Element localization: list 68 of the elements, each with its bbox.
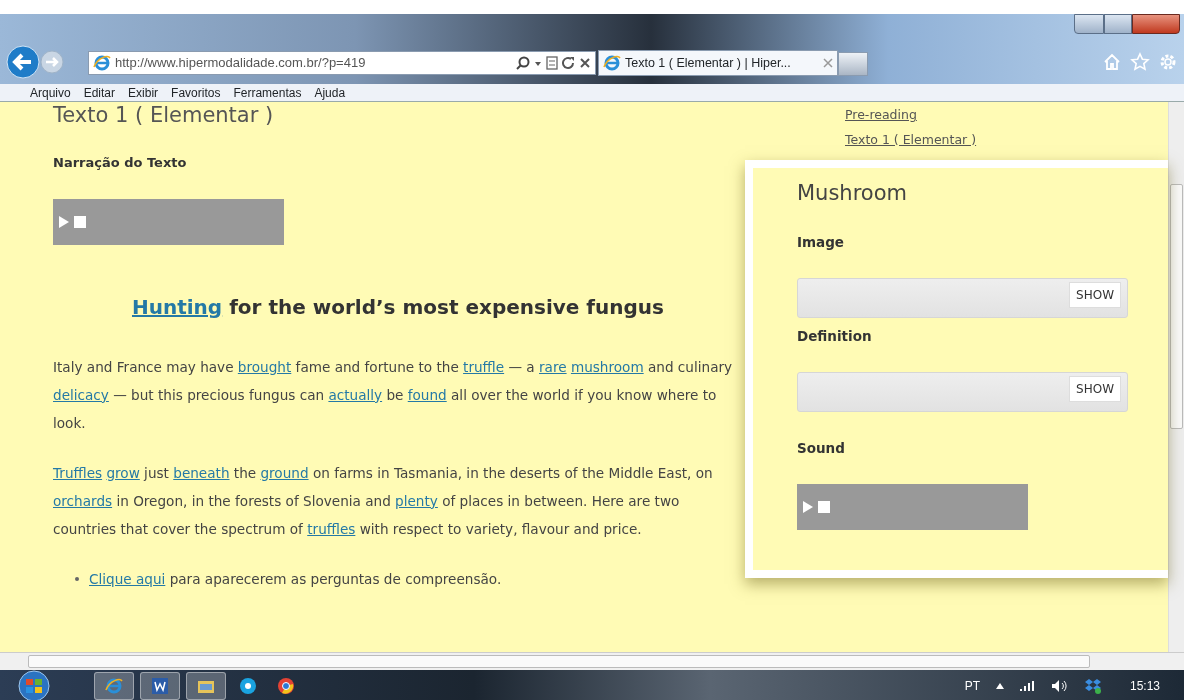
section-label: Sound — [797, 439, 846, 458]
caret-icon[interactable] — [995, 683, 1004, 689]
menu-item[interactable]: Arquivo — [30, 83, 71, 102]
word-link[interactable]: Clique aqui — [89, 570, 166, 587]
word-link[interactable]: rare — [539, 358, 567, 375]
close-icon[interactable] — [579, 56, 591, 70]
word-link[interactable]: Hunting — [132, 294, 223, 319]
word-link[interactable]: mushroom — [570, 358, 644, 375]
page-title: Texto 1 ( Elementar ) — [53, 102, 275, 128]
word-link[interactable]: found — [407, 386, 447, 403]
address-field[interactable]: http://www.hipermodalidade.com.br/?p=419 — [88, 51, 596, 75]
browser-icon — [105, 677, 123, 695]
body-paragraph: Italy and France may have brought fame and fortune to the truffle — a rare mushroom and culinary delicacy — but this precious fungus can actually be found all over the world if you know where to look. — [53, 357, 734, 433]
word-link[interactable]: truffles — [307, 520, 356, 537]
menu-item[interactable]: Editar — [83, 83, 116, 102]
refresh-icon[interactable] — [562, 56, 575, 70]
sidebar-link[interactable]: Texto 1 ( Elementar ) — [845, 127, 977, 152]
menu-item[interactable]: Ajuda — [314, 83, 346, 102]
browser-icon — [93, 54, 111, 72]
address-text: http://www.hipermodalidade.com.br/?p=419 — [115, 54, 366, 73]
vertical-scrollbar[interactable] — [1168, 102, 1184, 652]
list-item-text: Clique aqui para aparecerem as perguntas de compreensão. — [89, 569, 502, 589]
word-link[interactable]: brought — [237, 358, 292, 375]
article-headline: Hunting for the world’s most expensive fungus — [131, 294, 665, 319]
compat-icon[interactable] — [546, 56, 558, 70]
narration-label: Narração do Texto — [53, 154, 188, 172]
stop-icon[interactable] — [818, 501, 830, 514]
sidebar-link[interactable]: Pre-reading — [845, 102, 977, 127]
back-icon[interactable] — [6, 45, 40, 79]
word-link[interactable]: ground — [260, 464, 309, 481]
browser-tab[interactable]: Texto 1 ( Elementar ) | Hiper... — [598, 50, 838, 76]
new-tab-button[interactable] — [838, 52, 868, 76]
word-link[interactable]: actually — [328, 386, 383, 403]
word-link[interactable]: plenty — [395, 492, 438, 509]
word-link[interactable]: delicacy — [53, 386, 109, 403]
word-link[interactable]: orchards — [53, 492, 113, 509]
word-link[interactable]: truffle — [463, 358, 505, 375]
body-paragraph: Truffles grow just beneath the ground on farms in Tasmania, in the deserts of the Middle East, on orchards in Oregon, in the forests of Slovenia and plenty of places in between. Here are two countries that cover the spectrum of truffles with respect to variety, flavour and price. — [53, 463, 714, 539]
show-button[interactable]: SHOW — [1069, 281, 1121, 308]
language-indicator[interactable]: PT — [964, 677, 980, 695]
show-button[interactable]: SHOW — [1069, 376, 1121, 402]
star-icon[interactable] — [1130, 52, 1150, 72]
menu-item[interactable]: Exibir — [128, 83, 159, 102]
section-label: Image — [797, 232, 846, 252]
bullet-icon — [75, 576, 79, 581]
section-label: Definition — [797, 326, 873, 346]
horizontal-scrollbar[interactable] — [0, 652, 1184, 670]
play-icon[interactable] — [803, 501, 813, 514]
word-link[interactable]: grow — [106, 464, 140, 481]
box-icon[interactable] — [1083, 678, 1102, 694]
popup-title: Mushroom — [797, 180, 908, 207]
minimize-button[interactable] — [1074, 14, 1104, 34]
menu-item[interactable]: Favoritos — [171, 83, 221, 102]
speaker-icon[interactable] — [1051, 680, 1068, 692]
forward-icon[interactable] — [40, 50, 64, 74]
menu-item[interactable]: Ferramentas — [233, 83, 302, 102]
word-link[interactable]: Truffles — [53, 464, 103, 481]
stop-icon[interactable] — [74, 215, 86, 228]
browser-icon — [603, 54, 621, 72]
close-window-button[interactable] — [1132, 14, 1180, 34]
restore-button[interactable] — [1104, 14, 1132, 34]
clock-time[interactable]: 15:13 — [1129, 677, 1160, 695]
word-link[interactable]: beneath — [173, 464, 230, 481]
signal-icon[interactable] — [1019, 681, 1036, 691]
taskbar-button[interactable] — [140, 672, 180, 700]
search-icon[interactable] — [516, 56, 530, 70]
word-icon — [151, 677, 169, 695]
play-icon[interactable] — [59, 215, 69, 228]
